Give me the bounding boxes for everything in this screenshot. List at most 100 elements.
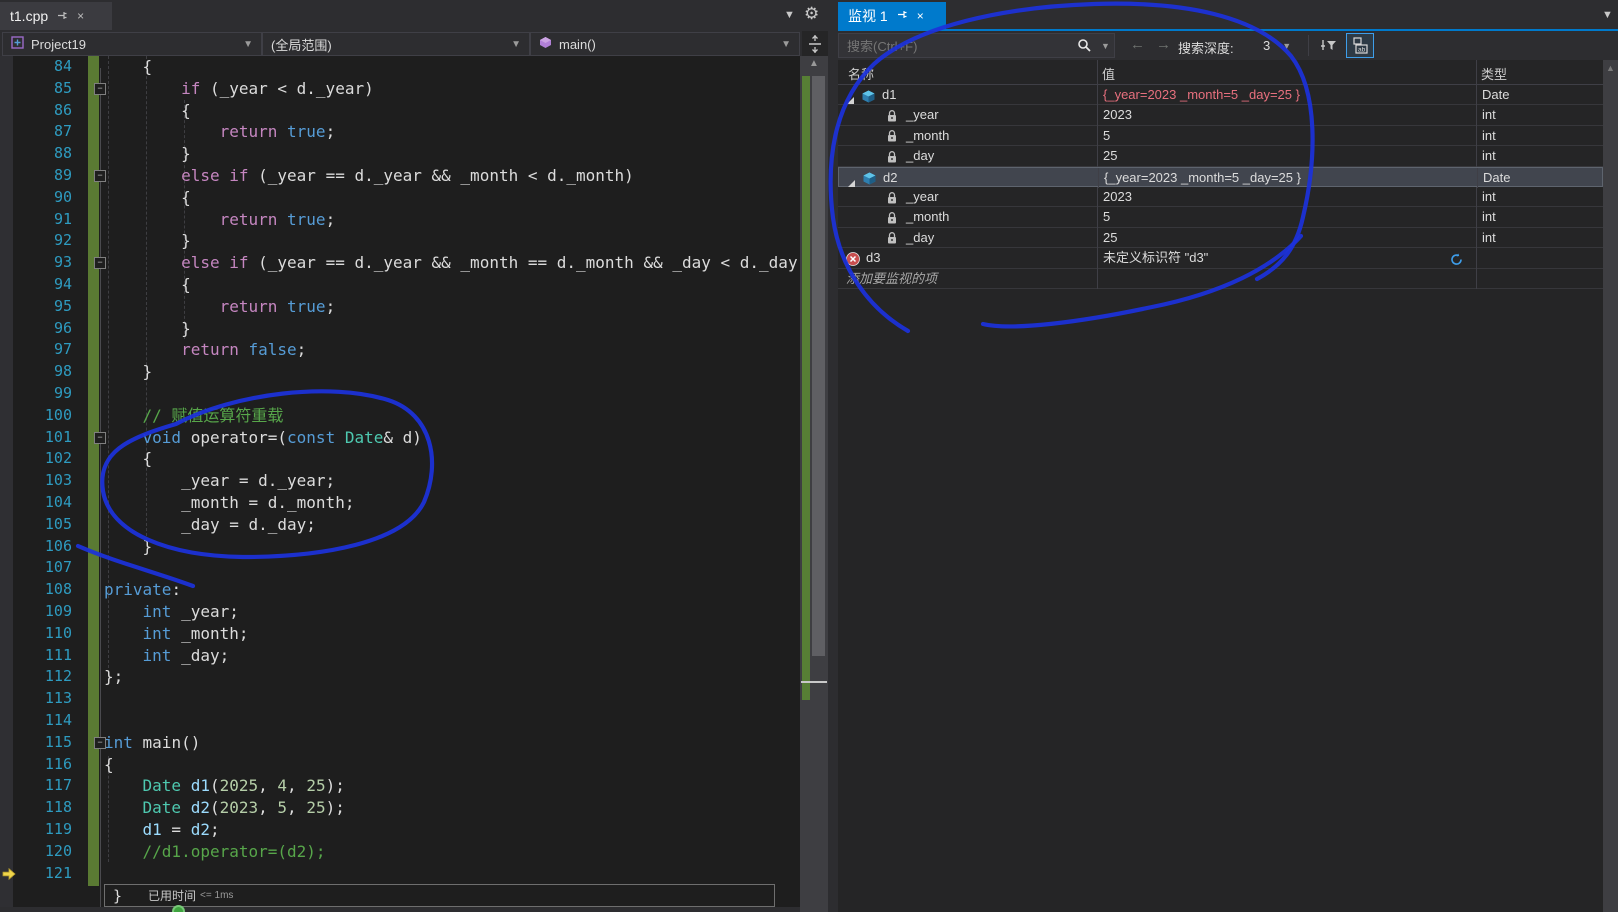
close-icon[interactable]: × [917,10,924,22]
close-icon[interactable]: × [77,10,84,22]
code-line-112[interactable]: 112}; [0,666,800,688]
code-line-102[interactable]: 102 { [0,448,800,470]
code-line-94[interactable]: 94 { [0,274,800,296]
code-line-101[interactable]: 101 void operator=(const Date& d) [0,427,800,449]
project-dropdown[interactable]: Project19 ▼ [2,32,262,56]
refresh-icon[interactable] [1450,252,1463,269]
watch-value: 5 [1103,127,1111,143]
code-text: return true; [219,209,336,229]
watch-row-_year[interactable]: _year 2023 int [838,105,1603,126]
code-line-97[interactable]: 97 return false; [0,339,800,361]
code-line-104[interactable]: 104 _month = d._month; [0,492,800,514]
code-line-91[interactable]: 91 return true; [0,209,800,231]
code-line-84[interactable]: 84 { [0,56,800,78]
code-line-95[interactable]: 95 return true; [0,296,800,318]
code-line-92[interactable]: 92 } [0,230,800,252]
code-line-111[interactable]: 111 int _day; [0,645,800,667]
column-divider[interactable] [1476,60,1477,85]
column-header-value[interactable]: 值 [1102,64,1115,83]
code-line-98[interactable]: 98 } [0,361,800,383]
scope-dropdown[interactable]: (全局范围) ▼ [262,32,530,56]
document-tab[interactable]: t1.cpp × [0,2,112,30]
search-dropdown-icon[interactable]: ▼ [1101,41,1110,51]
code-editor[interactable]: 84 {85 if (_year < d._year) 86 {87 return… [0,56,800,912]
code-line-113[interactable]: 113 [0,688,800,710]
chevron-down-icon[interactable]: ▼ [784,9,795,21]
fold-collapse-icon[interactable]: − [94,170,106,182]
code-line-106[interactable]: 106 } [0,536,800,558]
search-input[interactable] [845,36,1049,57]
watch-row-_day[interactable]: _day 25 int [838,146,1603,167]
back-arrow-icon[interactable]: ← [1130,36,1145,53]
expander-icon[interactable] [846,91,855,105]
fold-collapse-icon[interactable]: − [94,257,106,270]
code-line-109[interactable]: 109 int _year; [0,601,800,623]
watch-row-_day[interactable]: _day 25 int [838,227,1603,249]
column-header-type[interactable]: 类型 [1481,64,1507,83]
code-line-89[interactable]: 89 else if (_year == d._year && _month <… [0,165,800,187]
search-depth-dropdown[interactable]: 3 ▼ [1255,34,1301,57]
code-line-96[interactable]: 96 } [0,318,800,340]
code-line-87[interactable]: 87 return true; [0,121,800,143]
gear-icon[interactable]: ⚙ [804,4,819,24]
code-line-88[interactable]: 88 } [0,143,800,165]
scrollbar-thumb[interactable] [812,76,825,656]
code-line-86[interactable]: 86 { [0,100,800,122]
editor-bottom-strip [0,907,800,912]
watch-row-_month[interactable]: _month 5 int [838,207,1603,228]
column-divider[interactable] [1097,60,1098,85]
code-line-121[interactable]: 121 [0,863,800,885]
code-line-120[interactable]: 120 //d1.operator=(d2); [0,841,800,863]
code-line-118[interactable]: 118 Date d2(2023, 5, 25); [0,797,800,819]
watch-row-d3[interactable]: d3 未定义标识符 "d3" [838,248,1603,269]
watch-row-_year[interactable]: _year 2023 int [838,187,1603,208]
code-line-117[interactable]: 117 Date d1(2025, 4, 25); [0,775,800,797]
column-header-name[interactable]: 名称 [848,64,874,83]
editor-vertical-scrollbar[interactable]: ▲ [800,56,828,912]
split-editor-icon[interactable] [802,31,828,57]
watch-row-_month[interactable]: _month 5 int [838,125,1603,147]
watch-vertical-scrollbar[interactable]: ▲ [1603,60,1618,912]
watch-name-cell: _day [838,146,1097,166]
format-toggle-icon[interactable]: ab [1346,33,1374,58]
code-line-115[interactable]: 115 int main() [0,732,800,754]
code-line-100[interactable]: 100 // 赋值运算符重载 [0,405,800,427]
code-text: private: [104,580,182,600]
function-dropdown[interactable]: main() ▼ [530,32,800,56]
code-line-105[interactable]: 105 _day = d._day; [0,514,800,536]
code-line-99[interactable]: 99 [0,383,800,405]
watch-row-d2[interactable]: d2 {_year=2023 _month=5 _day=25 } Date [838,166,1603,188]
fold-collapse-icon[interactable]: − [94,736,106,749]
code-line-90[interactable]: 90 { [0,187,800,209]
watch-tab[interactable]: 监视 1 × [838,2,946,29]
expander-icon[interactable] [847,174,856,188]
fold-collapse-icon[interactable]: − [94,431,106,444]
watch-row-d1[interactable]: d1 {_year=2023 _month=5 _day=25 } Date [838,85,1603,106]
chevron-down-icon[interactable]: ▼ [1602,9,1613,21]
code-line-108[interactable]: 108 private: [0,579,800,601]
diagnostic-dot-icon [172,905,185,912]
code-line-114[interactable]: 114 [0,710,800,732]
fold-collapse-icon[interactable]: − [94,82,106,95]
code-line-119[interactable]: 119 d1 = d2; [0,819,800,841]
scrollbar-up-icon[interactable]: ▲ [1603,63,1618,73]
forward-arrow-icon[interactable]: → [1156,36,1171,53]
code-line-93[interactable]: 93 else if (_year == d._year && _month =… [0,252,800,274]
watch-row-add-item[interactable]: 添加要监视的项 [838,268,1603,289]
scrollbar-up-icon[interactable]: ▲ [800,58,828,69]
code-line-110[interactable]: 110 int _month; [0,623,800,645]
code-text: { [104,57,153,76]
watch-search-box[interactable]: ▼ [838,33,1115,58]
watch-name: _year [906,189,939,204]
code-line-85[interactable]: 85 if (_year < d._year) [0,78,800,100]
pin-icon[interactable] [897,9,908,22]
code-line-103[interactable]: 103 _year = d._year; [0,470,800,492]
search-icon[interactable] [1077,38,1092,58]
pin-filter-icon[interactable] [1314,33,1342,58]
perf-tip[interactable]: } 已用时间 <= 1ms [104,884,775,907]
pin-icon[interactable] [57,10,68,23]
watch-column-headers[interactable]: 名称 值 类型 [838,60,1603,85]
code-line-116[interactable]: 116 { [0,754,800,776]
code-line-107[interactable]: 107 [0,557,800,579]
line-number: 88 [53,144,72,163]
